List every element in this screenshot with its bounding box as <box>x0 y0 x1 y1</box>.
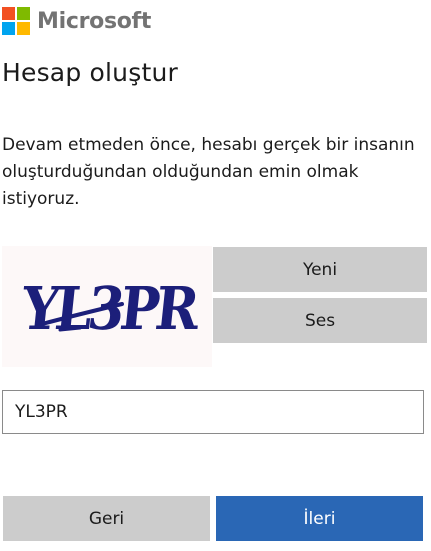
logo-square-blue <box>2 22 15 35</box>
new-captcha-button[interactable]: Yeni <box>213 247 427 292</box>
audio-captcha-button[interactable]: Ses <box>213 298 427 343</box>
microsoft-logo-icon <box>2 7 30 35</box>
back-button[interactable]: Geri <box>3 496 210 541</box>
captcha-text: YL3PR <box>18 274 204 344</box>
logo-square-yellow <box>17 22 30 35</box>
page-title: Hesap oluştur <box>2 58 178 87</box>
captcha-graphic: YL3PR <box>18 274 204 344</box>
logo-square-green <box>17 7 30 20</box>
captcha-noise-line <box>58 326 82 332</box>
page-description: Devam etmeden önce, hesabı gerçek bir in… <box>2 135 415 209</box>
microsoft-logo: Microsoft <box>2 6 151 36</box>
brand-name: Microsoft <box>37 8 152 34</box>
captcha-image: YL3PR <box>2 246 212 367</box>
next-button[interactable]: İleri <box>216 496 423 541</box>
logo-square-red <box>2 7 15 20</box>
captcha-input[interactable] <box>2 390 424 434</box>
